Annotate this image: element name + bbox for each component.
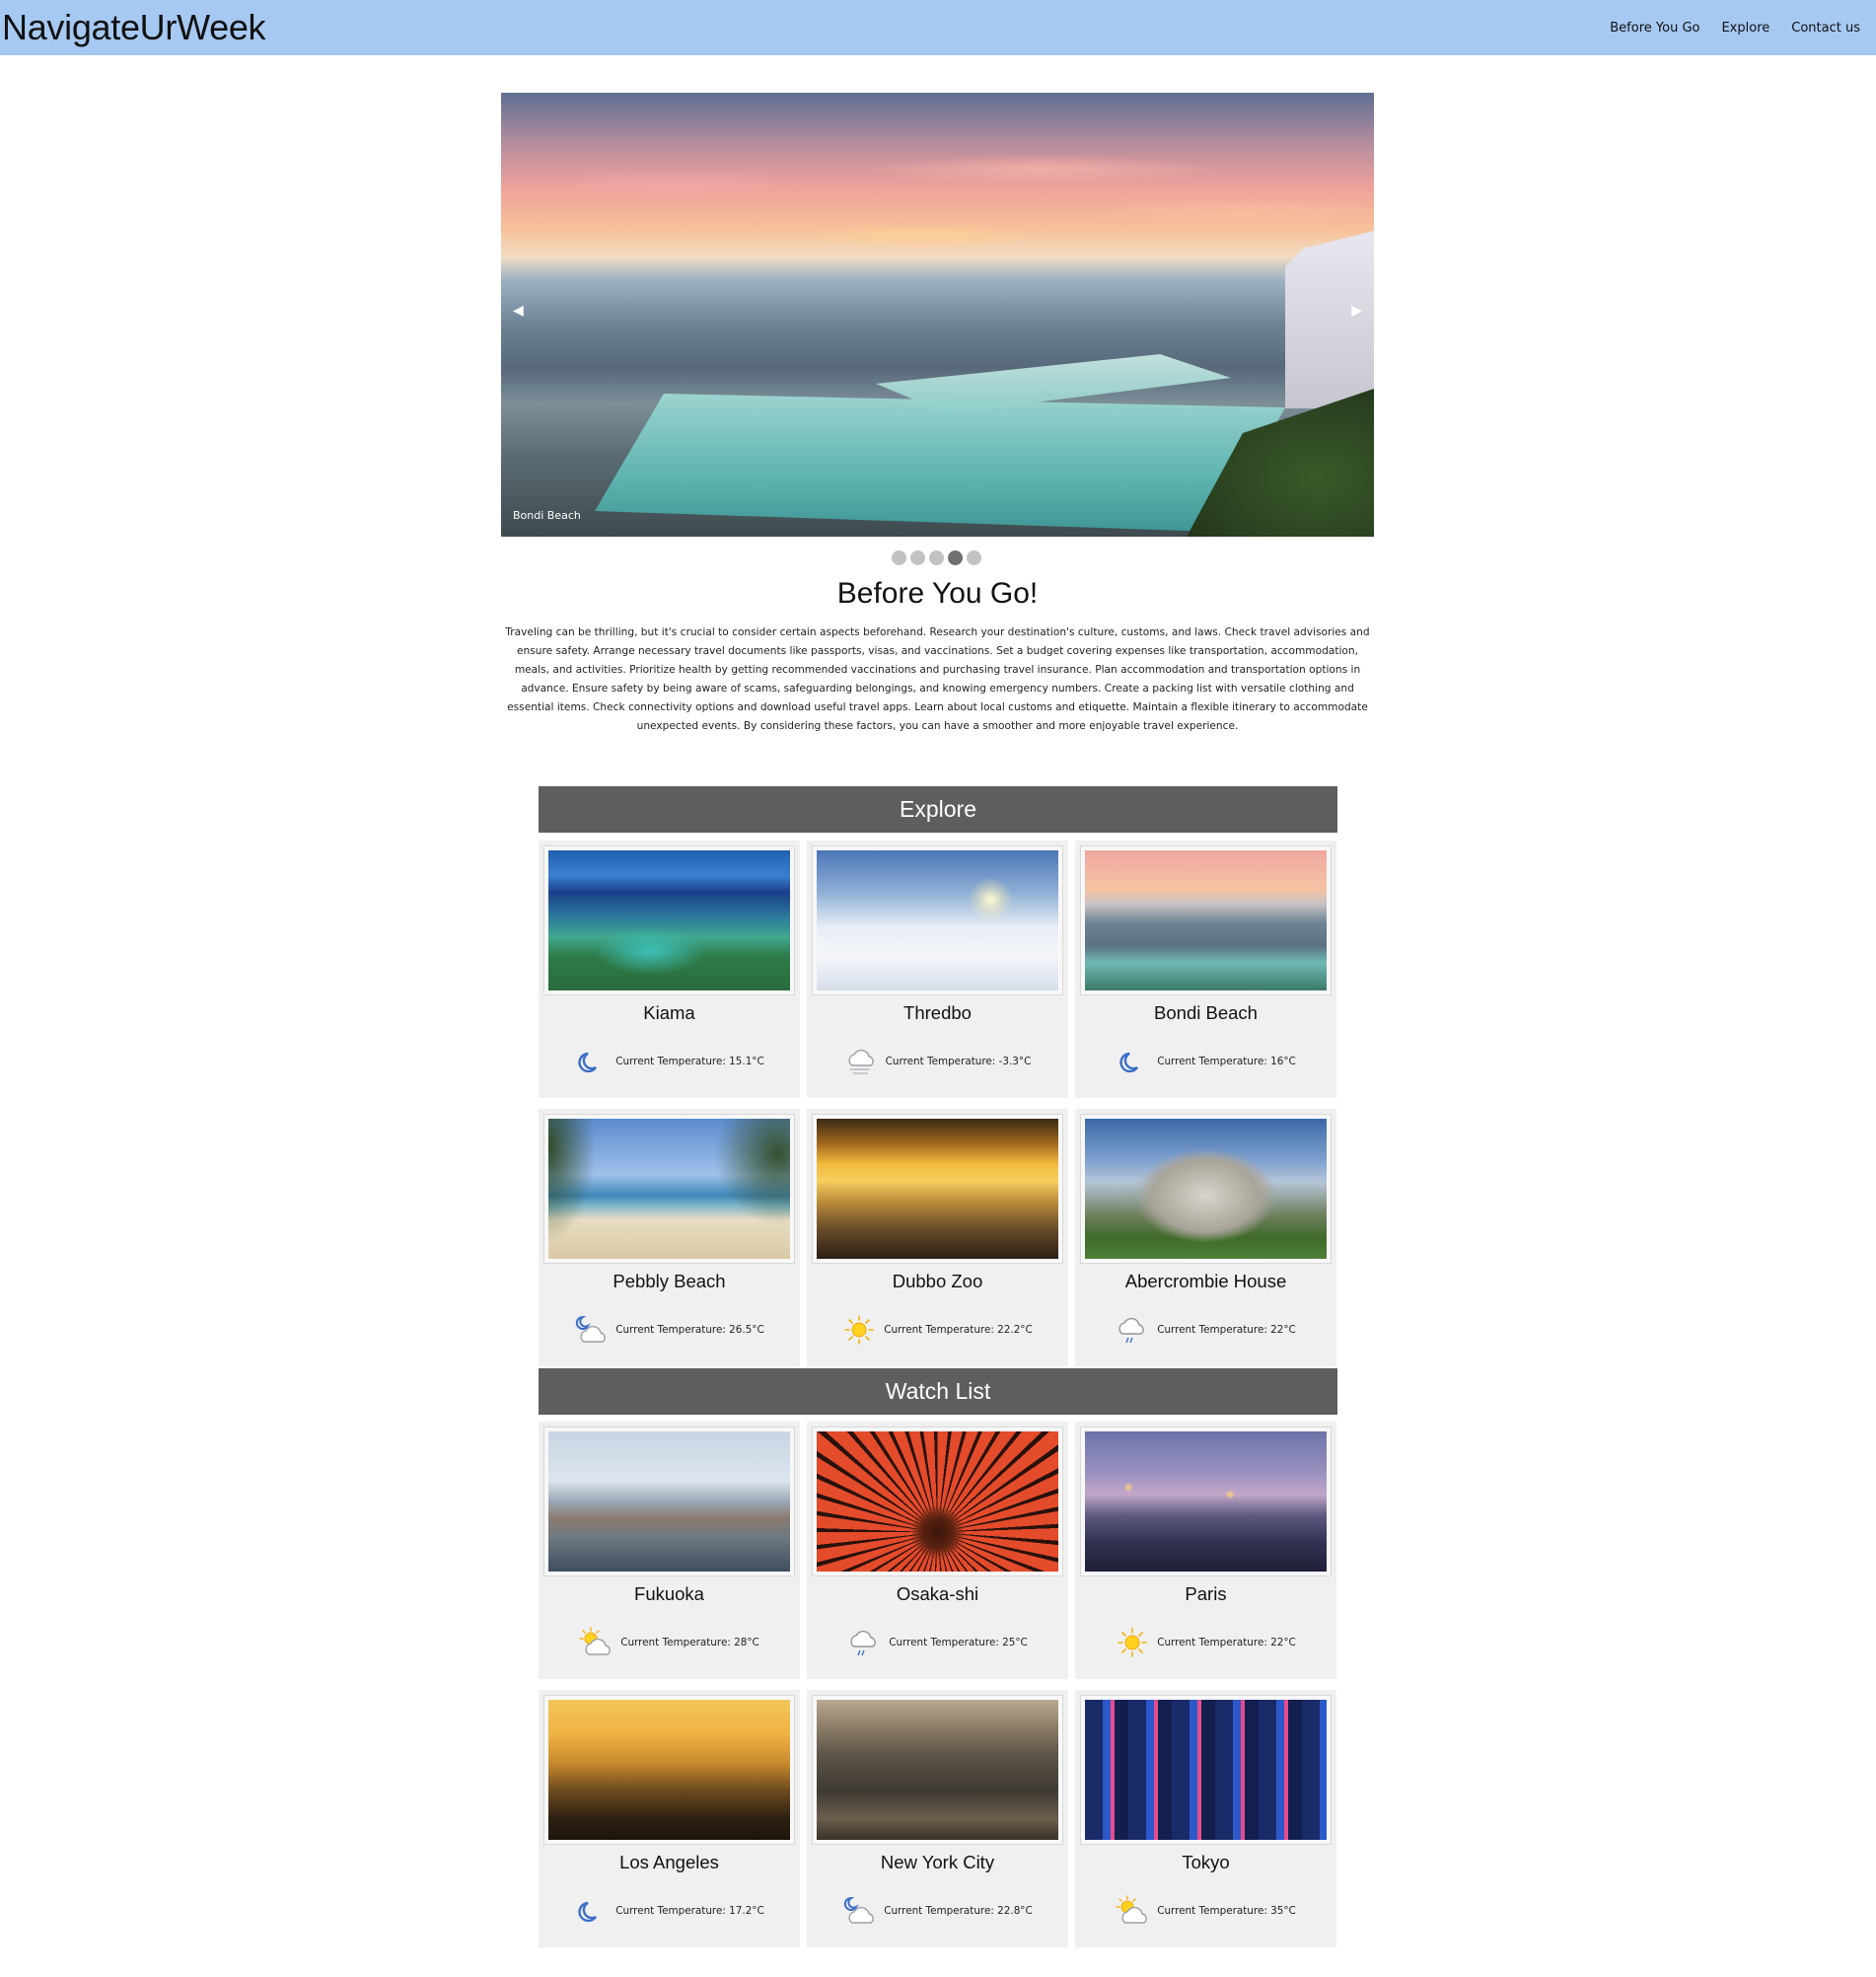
destination-image — [1080, 1427, 1332, 1576]
moon-icon — [578, 1052, 598, 1073]
slide-indicators — [0, 550, 1876, 565]
slide-image-building — [1285, 231, 1374, 408]
destination-name: Abercrombie House — [1124, 1271, 1287, 1291]
before-you-go-text: Traveling can be thrilling, but it's cru… — [505, 626, 1370, 732]
slide-dot-2[interactable] — [909, 550, 925, 565]
slide-image-pool — [595, 394, 1285, 532]
current-temperature: Current Temperature: 25°C — [889, 1637, 1028, 1648]
destination-name: Los Angeles — [619, 1852, 719, 1872]
weather-info: Current Temperature: 22°C — [1075, 1314, 1336, 1346]
explore-section-header: Explore — [539, 786, 1337, 833]
destination-card-pebbly-beach[interactable]: Pebbly Beach Current Temperature: 26.5°C — [539, 1109, 800, 1366]
weather-info: Current Temperature: 35°C — [1075, 1895, 1336, 1927]
destination-card-dubbo-zoo[interactable]: Dubbo Zoo Current Temperature: 22.2°C — [807, 1109, 1068, 1366]
explore-grid: Kiama Current Temperature: 15.1°C Thredb… — [539, 841, 1337, 1366]
current-temperature: Current Temperature: 22°C — [1157, 1637, 1296, 1648]
slide-dot-1[interactable] — [891, 550, 906, 565]
destination-name: Paris — [1185, 1583, 1227, 1604]
weather-info: Current Temperature: 28°C — [539, 1627, 800, 1658]
brand-logo[interactable]: NavigateUrWeek — [0, 0, 266, 55]
navbar: NavigateUrWeek Before You Go Explore Con… — [0, 0, 1876, 55]
destination-image — [812, 1114, 1063, 1264]
triangle-right-icon: ▶ — [1351, 303, 1362, 319]
destination-card-los-angeles[interactable]: Los Angeles Current Temperature: 17.2°C — [539, 1690, 800, 1947]
destination-image — [812, 1695, 1063, 1845]
destination-image — [812, 845, 1063, 995]
destination-image — [1080, 1114, 1332, 1264]
destination-name: Fukuoka — [634, 1583, 704, 1604]
weather-info: Current Temperature: 15.1°C — [539, 1046, 800, 1077]
slide-caption: Bondi Beach — [513, 509, 581, 522]
current-temperature: Current Temperature: 26.5°C — [615, 1324, 764, 1336]
moon-icon — [1119, 1052, 1139, 1073]
moon-cloud-icon — [576, 1315, 607, 1343]
destination-card-thredbo[interactable]: Thredbo Current Temperature: -3.3°C — [807, 841, 1068, 1098]
destination-name: Tokyo — [1182, 1852, 1230, 1872]
slide-dot-3[interactable] — [928, 550, 944, 565]
slide-dot-4[interactable] — [947, 550, 963, 565]
destination-image — [543, 1427, 795, 1576]
destination-card-tokyo[interactable]: Tokyo Current Temperature: 35°C — [1075, 1690, 1336, 1947]
current-temperature: Current Temperature: 35°C — [1157, 1905, 1296, 1917]
sun-icon — [1118, 1628, 1147, 1657]
sun-cloud-icon — [579, 1627, 611, 1655]
destination-name: Dubbo Zoo — [892, 1271, 983, 1291]
sun-icon — [844, 1315, 875, 1345]
destination-name: Osaka-shi — [896, 1583, 979, 1604]
current-temperature: Current Temperature: 22°C — [1157, 1324, 1296, 1336]
destination-card-new-york-city[interactable]: New York City Current Temperature: 22.8°… — [807, 1690, 1068, 1947]
weather-info: Current Temperature: 16°C — [1075, 1046, 1336, 1077]
current-temperature: Current Temperature: 17.2°C — [615, 1905, 764, 1917]
before-you-go-title: Before You Go! — [836, 577, 1039, 610]
slide-dot-5[interactable] — [966, 550, 981, 565]
slideshow: ◀ ▶ Bondi Beach — [501, 93, 1374, 537]
destination-name: Kiama — [643, 1002, 695, 1023]
current-temperature: Current Temperature: 15.1°C — [615, 1056, 764, 1067]
weather-info: Current Temperature: 22.2°C — [807, 1314, 1068, 1346]
current-temperature: Current Temperature: -3.3°C — [885, 1056, 1032, 1067]
destination-card-bondi-beach[interactable]: Bondi Beach Current Temperature: 16°C — [1075, 841, 1336, 1098]
triangle-left-icon: ◀ — [513, 303, 524, 319]
current-temperature: Current Temperature: 16°C — [1157, 1056, 1296, 1067]
watch-list-section-header: Watch List — [539, 1368, 1337, 1415]
moon-cloud-icon — [844, 1896, 875, 1924]
slide-next-button[interactable]: ▶ — [1351, 303, 1362, 319]
destination-name: New York City — [880, 1852, 995, 1872]
destination-name: Thredbo — [903, 1002, 972, 1023]
rain-cloud-icon — [850, 1630, 876, 1656]
nav-links: Before You Go Explore Contact us — [1610, 21, 1876, 36]
destination-card-kiama[interactable]: Kiama Current Temperature: 15.1°C — [539, 841, 800, 1098]
weather-info: Current Temperature: 22°C — [1075, 1627, 1336, 1658]
destination-card-paris[interactable]: Paris Current Temperature: 22°C — [1075, 1422, 1336, 1679]
moon-icon — [578, 1901, 598, 1923]
nav-link-contact-us[interactable]: Contact us — [1791, 21, 1860, 36]
weather-info: Current Temperature: 17.2°C — [539, 1895, 800, 1927]
current-temperature: Current Temperature: 22.2°C — [884, 1324, 1033, 1336]
destination-card-osaka-shi[interactable]: Osaka-shi Current Temperature: 25°C — [807, 1422, 1068, 1679]
slide-image-clouds — [501, 122, 1374, 280]
weather-info: Current Temperature: 25°C — [807, 1627, 1068, 1658]
destination-image — [543, 1695, 795, 1845]
current-temperature: Current Temperature: 28°C — [620, 1637, 759, 1648]
destination-image — [812, 1427, 1063, 1576]
watch-list-grid: Fukuoka Current Temperature: 28°C Osaka-… — [539, 1422, 1337, 1947]
nav-link-explore[interactable]: Explore — [1721, 21, 1769, 36]
destination-name: Pebbly Beach — [613, 1271, 726, 1291]
destination-image — [543, 845, 795, 995]
destination-name: Bondi Beach — [1154, 1002, 1258, 1023]
destination-image — [1080, 1695, 1332, 1845]
rain-cloud-icon — [1118, 1317, 1144, 1344]
weather-info: Current Temperature: 22.8°C — [807, 1895, 1068, 1927]
slide-prev-button[interactable]: ◀ — [513, 303, 524, 319]
destination-card-fukuoka[interactable]: Fukuoka Current Temperature: 28°C — [539, 1422, 800, 1679]
destination-image — [1080, 845, 1332, 995]
destination-card-abercrombie-house[interactable]: Abercrombie House Current Temperature: 2… — [1075, 1109, 1336, 1366]
weather-info: Current Temperature: -3.3°C — [807, 1046, 1068, 1077]
weather-info: Current Temperature: 26.5°C — [539, 1314, 800, 1346]
current-temperature: Current Temperature: 22.8°C — [884, 1905, 1033, 1917]
nav-link-before-you-go[interactable]: Before You Go — [1610, 21, 1699, 36]
destination-image — [543, 1114, 795, 1264]
sun-cloud-icon — [1116, 1895, 1147, 1924]
fog-cloud-icon — [848, 1049, 874, 1074]
